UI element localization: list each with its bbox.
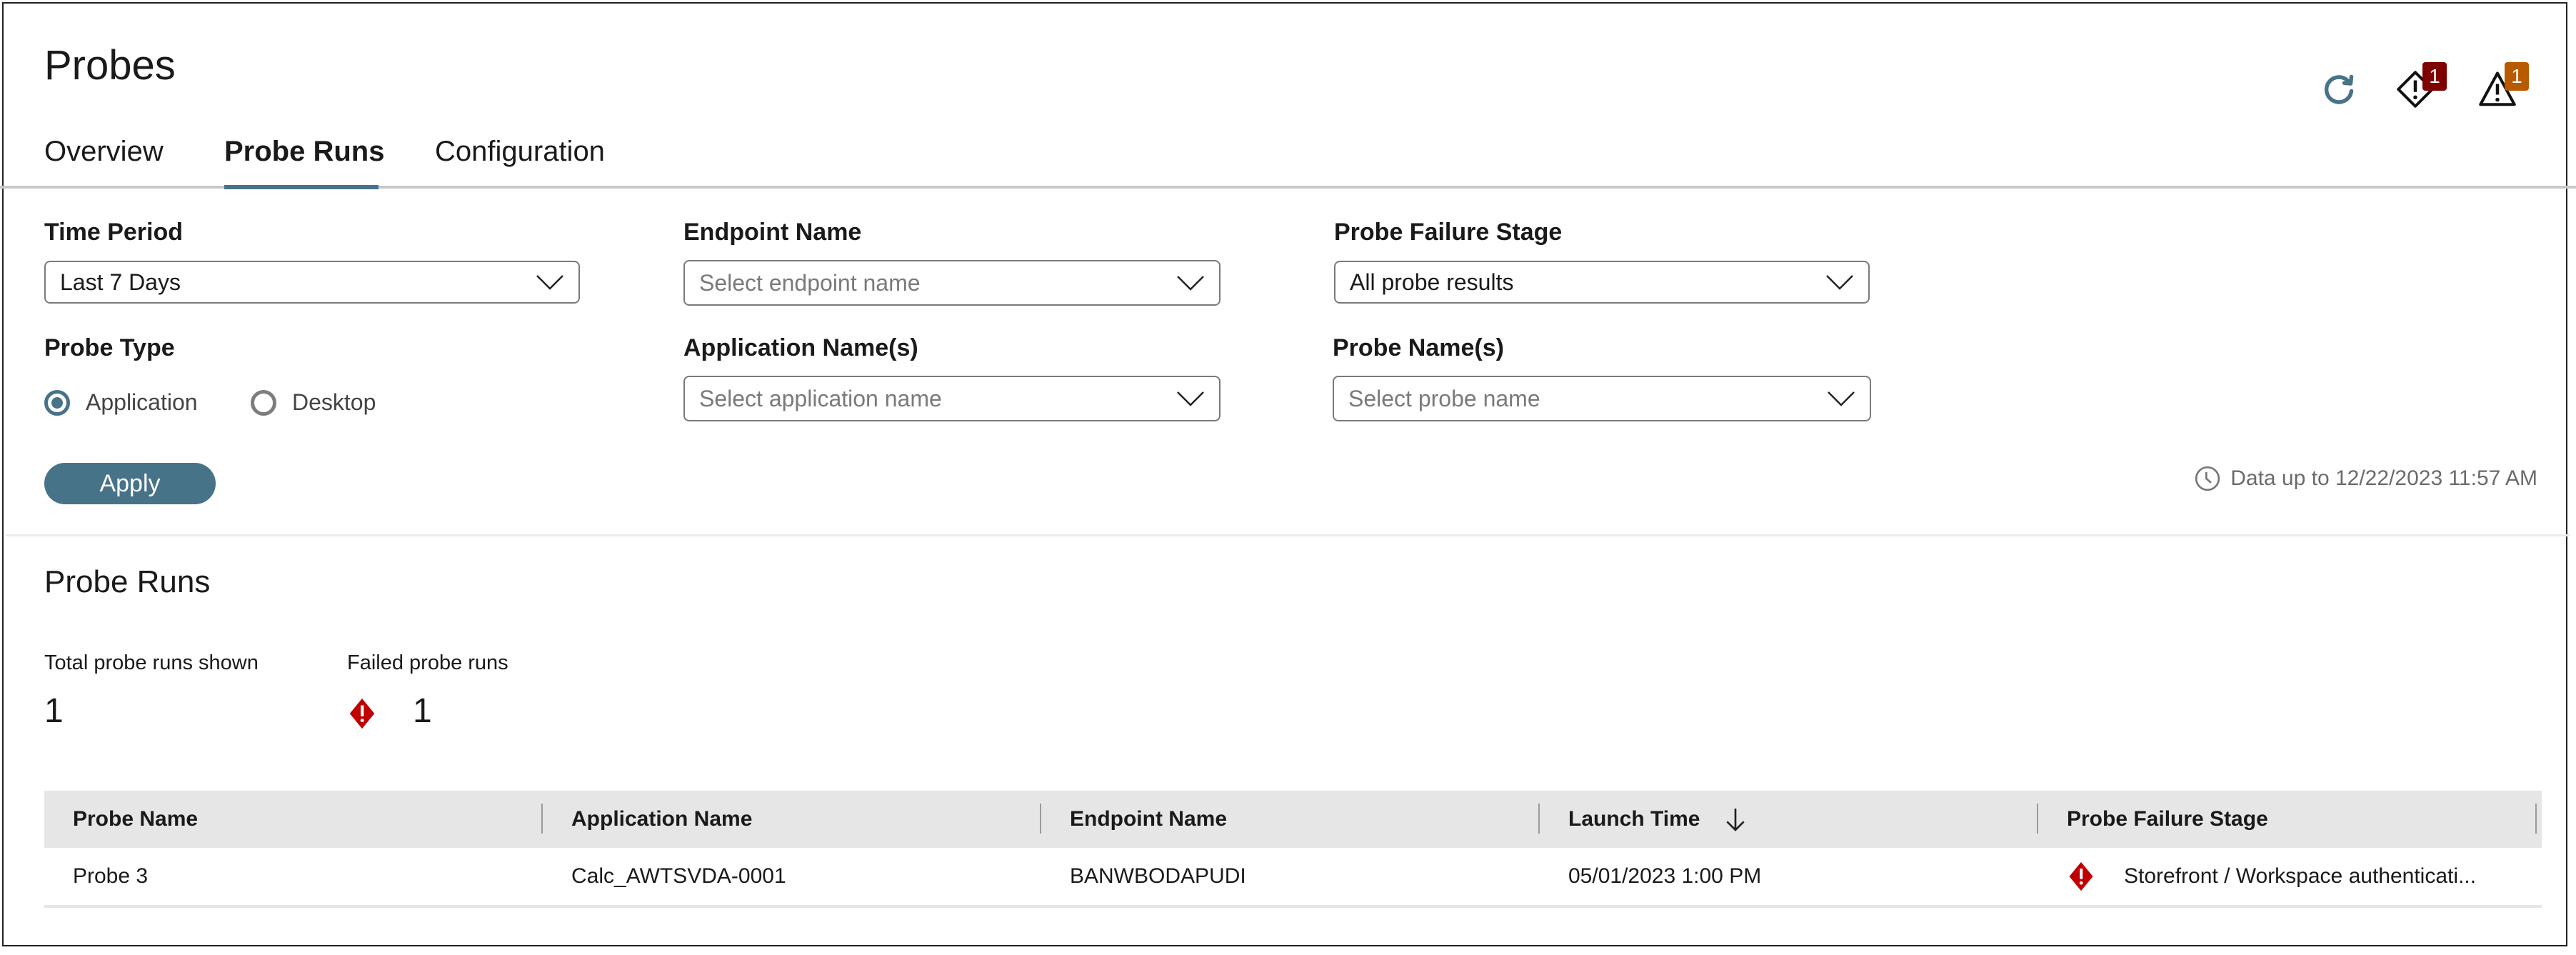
tab-overview[interactable]: Overview	[44, 136, 164, 168]
data-freshness: Data up to 12/22/2023 11:57 AM	[2193, 464, 2537, 493]
warnings-count-badge: 1	[2505, 62, 2529, 91]
tab-configuration[interactable]: Configuration	[435, 136, 605, 168]
tabs-divider	[0, 186, 2576, 189]
column-label: Application Name	[571, 807, 753, 831]
cell-application-name: Calc_AWTSVDA-0001	[571, 864, 786, 888]
column-header-probe-failure-stage[interactable]: Probe Failure Stage	[2038, 791, 2537, 848]
failures-alert-button[interactable]: 1	[2394, 62, 2447, 111]
apply-button[interactable]: Apply	[44, 463, 216, 504]
probe-failure-stage-select[interactable]: All probe results	[1334, 261, 1870, 304]
table-header: Probe Name Application Name Endpoint Nam…	[44, 791, 2542, 848]
active-tab-indicator	[224, 185, 379, 189]
column-header-probe-name[interactable]: Probe Name	[44, 791, 543, 848]
cell-failure-stage: Storefront / Workspace authenticati...	[2038, 848, 2537, 905]
refresh-button[interactable]	[2317, 68, 2360, 111]
cell-launch-time: 05/01/2023 1:00 PM	[1568, 864, 1762, 888]
table-row[interactable]: Probe 3 Calc_AWTSVDA-0001 BANWBODAPUDI 0…	[44, 848, 2542, 908]
column-label: Probe Name	[73, 807, 199, 831]
column-header-application-name[interactable]: Application Name	[543, 791, 1041, 848]
warnings-alert-button[interactable]: 1	[2476, 62, 2529, 111]
sort-descending-icon[interactable]	[1721, 805, 1750, 834]
time-period-value: Last 7 Days	[60, 269, 181, 295]
failure-stage-text: Storefront / Workspace authenticati...	[2124, 864, 2477, 888]
column-label: Launch Time	[1568, 807, 1700, 831]
total-runs-value: 1	[44, 692, 64, 730]
data-up-to-text: Data up to 12/22/2023 11:57 AM	[2230, 466, 2537, 490]
failed-runs-label: Failed probe runs	[347, 651, 508, 674]
section-divider	[6, 534, 2570, 536]
radio-unselected-icon	[251, 389, 276, 416]
endpoint-name-select[interactable]: Select endpoint name	[683, 260, 1221, 306]
refresh-icon	[2324, 74, 2354, 104]
time-period-label: Time Period	[44, 219, 183, 246]
chevron-down-icon	[1826, 275, 1853, 290]
error-diamond-icon	[347, 697, 377, 734]
chevron-down-icon	[1177, 276, 1204, 291]
application-names-label: Application Name(s)	[683, 334, 918, 361]
probe-names-label: Probe Name(s)	[1333, 334, 1504, 361]
radio-application-label: Application	[86, 389, 198, 415]
chevron-down-icon	[1177, 391, 1204, 406]
endpoint-name-label: Endpoint Name	[683, 219, 862, 246]
section-title: Probe Runs	[44, 564, 211, 599]
error-diamond-icon	[2069, 861, 2093, 891]
probe-runs-table: Probe Name Application Name Endpoint Nam…	[44, 791, 2542, 908]
column-label: Probe Failure Stage	[2067, 807, 2268, 831]
failures-count-badge: 1	[2422, 62, 2447, 91]
column-separator[interactable]	[2535, 804, 2537, 834]
radio-application[interactable]: Application	[44, 389, 198, 416]
column-label: Endpoint Name	[1070, 807, 1228, 831]
endpoint-name-placeholder: Select endpoint name	[699, 269, 921, 296]
application-names-select[interactable]: Select application name	[683, 376, 1221, 421]
probe-failure-stage-value: All probe results	[1350, 269, 1514, 295]
probe-type-label: Probe Type	[44, 334, 175, 361]
radio-desktop-label: Desktop	[292, 389, 376, 415]
probe-names-select[interactable]: Select probe name	[1333, 376, 1871, 421]
clock-icon	[2195, 466, 2220, 491]
total-runs-label: Total probe runs shown	[44, 651, 259, 674]
tab-probe-runs[interactable]: Probe Runs	[224, 136, 384, 168]
column-header-launch-time[interactable]: Launch Time	[1540, 791, 2038, 848]
column-header-endpoint-name[interactable]: Endpoint Name	[1041, 791, 1540, 848]
application-names-placeholder: Select application name	[699, 385, 942, 411]
chevron-down-icon	[1828, 391, 1855, 406]
chevron-down-icon	[536, 275, 563, 290]
radio-selected-icon	[44, 389, 70, 416]
probe-failure-stage-label: Probe Failure Stage	[1334, 219, 1563, 246]
page-title: Probes	[44, 42, 176, 89]
radio-desktop[interactable]: Desktop	[251, 389, 376, 416]
probe-names-placeholder: Select probe name	[1348, 385, 1540, 411]
cell-probe-name: Probe 3	[73, 864, 149, 888]
failed-runs-value: 1	[413, 692, 432, 730]
time-period-select[interactable]: Last 7 Days	[44, 261, 580, 304]
cell-endpoint-name: BANWBODAPUDI	[1070, 864, 1246, 888]
